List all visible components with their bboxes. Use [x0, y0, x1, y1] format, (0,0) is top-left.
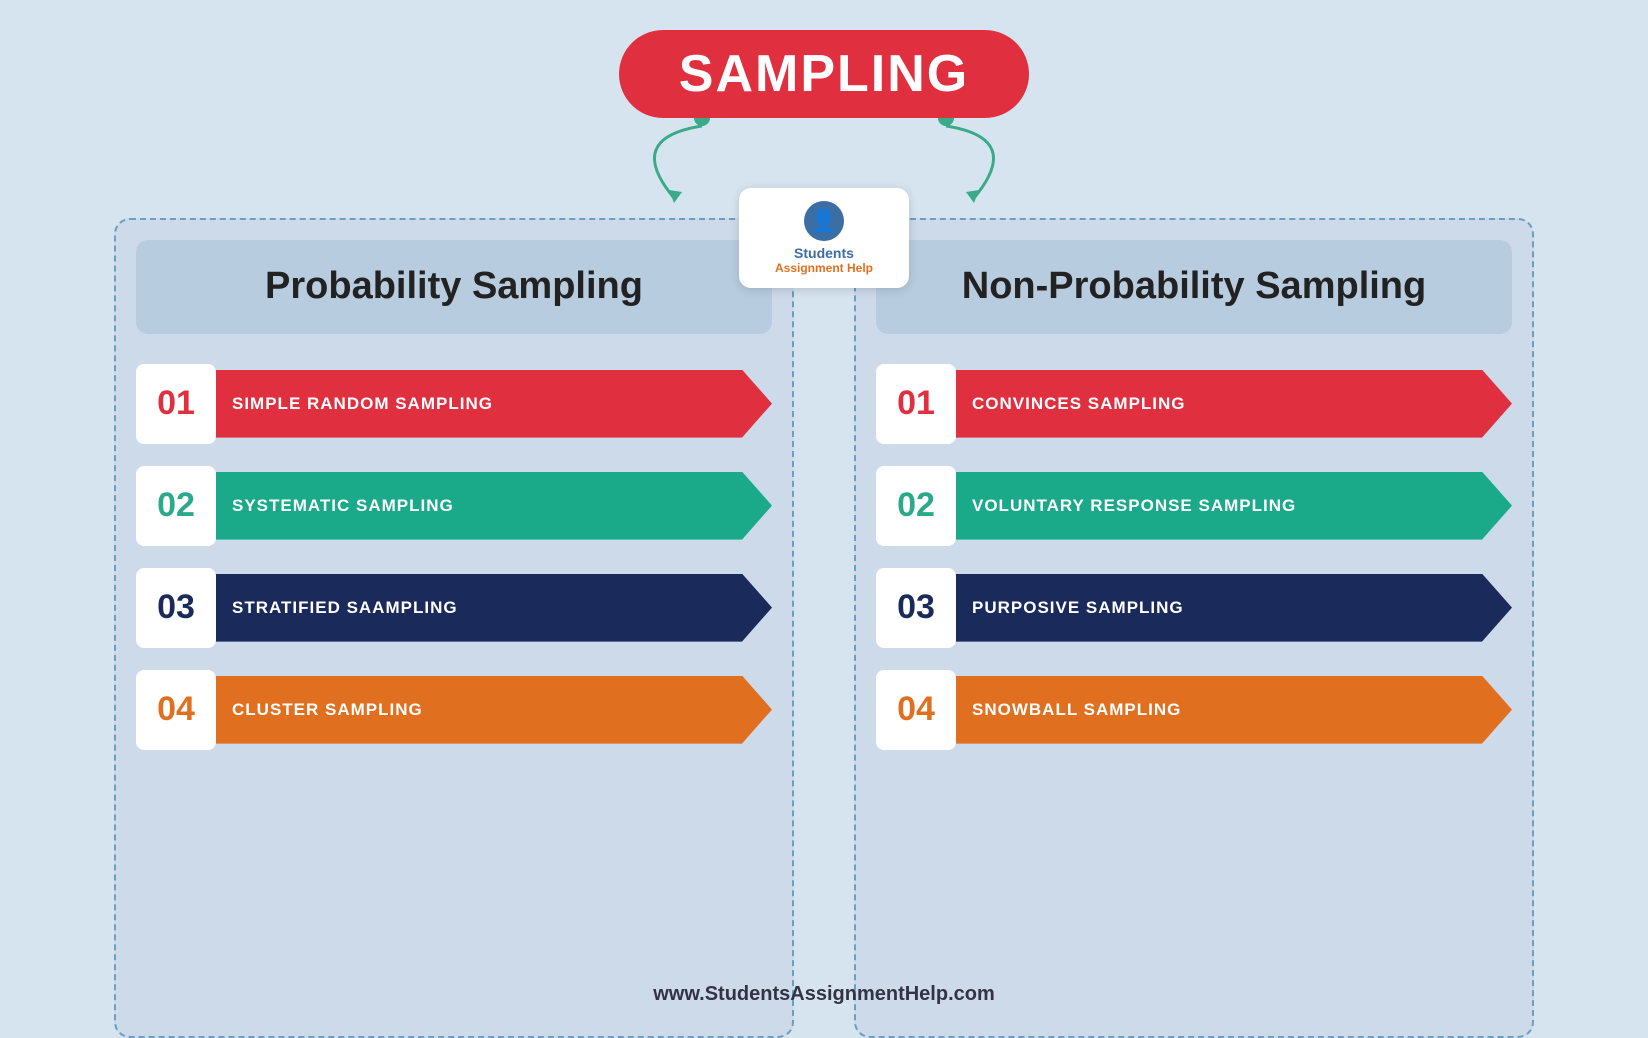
- item-row: 03PURPOSIVE SAMPLING: [876, 568, 1512, 648]
- banner-label: SIMPLE RANDOM SAMPLING: [208, 370, 772, 438]
- right-panel-header: Non-Probability Sampling: [876, 240, 1512, 334]
- banner-label: CLUSTER SAMPLING: [208, 676, 772, 744]
- item-row: 01CONVINCES SAMPLING: [876, 364, 1512, 444]
- arrow-banner: CONVINCES SAMPLING: [948, 370, 1512, 438]
- banner-label: PURPOSIVE SAMPLING: [948, 574, 1512, 642]
- logo-ah: Assignment Help: [775, 261, 873, 275]
- item-number: 01: [136, 364, 216, 444]
- title-section: SAMPLING: [0, 30, 1648, 208]
- arrow-banner: STRATIFIED SAAMPLING: [208, 574, 772, 642]
- center-logo: 👤 Students Assignment Help: [739, 188, 909, 288]
- banner-label: SNOWBALL SAMPLING: [948, 676, 1512, 744]
- right-panel: Non-Probability Sampling 01CONVINCES SAM…: [854, 218, 1534, 1038]
- right-items-container: 01CONVINCES SAMPLING 02VOLUNTARY RESPONSE…: [876, 364, 1512, 750]
- arrow-banner: CLUSTER SAMPLING: [208, 676, 772, 744]
- item-row: 03STRATIFIED SAAMPLING: [136, 568, 772, 648]
- item-number: 03: [876, 568, 956, 648]
- banner-label: STRATIFIED SAAMPLING: [208, 574, 772, 642]
- logo-icon: 👤: [804, 201, 844, 241]
- left-items-container: 01SIMPLE RANDOM SAMPLING 02SYSTEMATIC SAM…: [136, 364, 772, 750]
- banner-label: CONVINCES SAMPLING: [948, 370, 1512, 438]
- arrow-banner: SIMPLE RANDOM SAMPLING: [208, 370, 772, 438]
- logo-students: Students: [794, 245, 854, 261]
- arrow-banner: SNOWBALL SAMPLING: [948, 676, 1512, 744]
- main-content: 👤 Students Assignment Help Probability S…: [0, 218, 1648, 1038]
- arrow-banner: VOLUNTARY RESPONSE SAMPLING: [948, 472, 1512, 540]
- item-number: 04: [136, 670, 216, 750]
- item-row: 02SYSTEMATIC SAMPLING: [136, 466, 772, 546]
- item-number: 04: [876, 670, 956, 750]
- item-row: 02VOLUNTARY RESPONSE SAMPLING: [876, 466, 1512, 546]
- main-title: SAMPLING: [619, 30, 1029, 118]
- item-row: 01SIMPLE RANDOM SAMPLING: [136, 364, 772, 444]
- left-panel-header: Probability Sampling: [136, 240, 772, 334]
- left-panel: Probability Sampling 01SIMPLE RANDOM SAM…: [114, 218, 794, 1038]
- banner-label: SYSTEMATIC SAMPLING: [208, 472, 772, 540]
- item-number: 02: [136, 466, 216, 546]
- item-number: 03: [136, 568, 216, 648]
- item-number: 01: [876, 364, 956, 444]
- footer: www.StudentsAssignmentHelp.com: [0, 983, 1648, 1006]
- item-row: 04CLUSTER SAMPLING: [136, 670, 772, 750]
- arrow-banner: SYSTEMATIC SAMPLING: [208, 472, 772, 540]
- item-row: 04SNOWBALL SAMPLING: [876, 670, 1512, 750]
- arrow-banner: PURPOSIVE SAMPLING: [948, 574, 1512, 642]
- banner-label: VOLUNTARY RESPONSE SAMPLING: [948, 472, 1512, 540]
- item-number: 02: [876, 466, 956, 546]
